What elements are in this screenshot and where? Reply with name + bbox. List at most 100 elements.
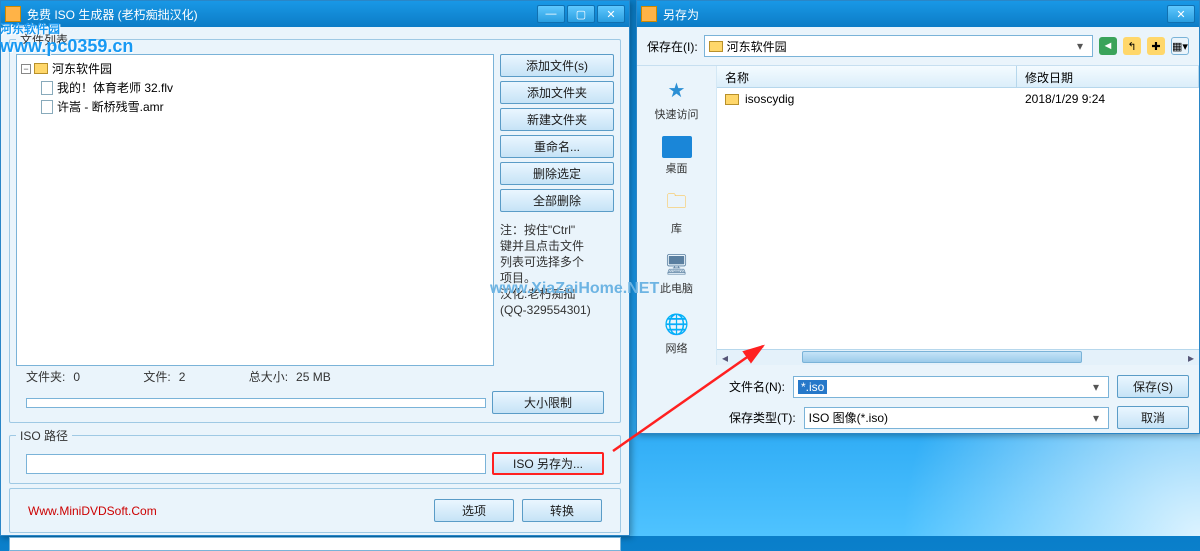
- new-folder-button[interactable]: 新建文件夹: [500, 108, 614, 131]
- network-icon: 🌐: [660, 310, 694, 338]
- close-button[interactable]: ✕: [597, 5, 625, 23]
- pc-icon: 🖥: [660, 250, 694, 278]
- place-library-label: 库: [671, 220, 682, 236]
- note-l5: 汉化:老朽痴拙: [500, 286, 614, 302]
- collapse-icon[interactable]: −: [21, 64, 31, 74]
- iso-title: 免费 ISO 生成器 (老朽痴拙汉化): [27, 6, 535, 23]
- tree-file-1[interactable]: 我的！体育老师 32.flv: [21, 78, 489, 97]
- library-icon: 🗀: [660, 190, 694, 218]
- row-name: isoscydig: [745, 92, 794, 106]
- filename-value: *.iso: [798, 380, 827, 394]
- size-limit-button[interactable]: 大小限制: [492, 391, 604, 414]
- save-in-value: 河东软件园: [727, 38, 787, 55]
- desktop-icon: [662, 136, 692, 158]
- save-titlebar[interactable]: 另存为 ✕: [637, 1, 1199, 27]
- app-icon: [5, 6, 21, 22]
- cancel-button[interactable]: 取消: [1117, 406, 1189, 429]
- note-l2: 键并且点击文件: [500, 238, 614, 254]
- place-network-label: 网络: [666, 340, 688, 356]
- col-name[interactable]: 名称: [717, 66, 1017, 87]
- tree-file-2[interactable]: 许嵩 - 断桥残雪.amr: [21, 97, 489, 116]
- note-l6: (QQ-329554301): [500, 302, 614, 318]
- delete-selected-button[interactable]: 删除选定: [500, 162, 614, 185]
- file-icon: [41, 100, 53, 114]
- size-label: 总大小:: [249, 370, 288, 384]
- size-value: 25 MB: [296, 370, 331, 384]
- save-in-combo[interactable]: 河东软件园 ▾: [704, 35, 1093, 57]
- options-button[interactable]: 选项: [434, 499, 514, 522]
- save-dialog-icon: [641, 6, 657, 22]
- scroll-left-icon[interactable]: ◂: [717, 351, 733, 365]
- up-folder-icon[interactable]: ↰: [1123, 37, 1141, 55]
- iso-save-as-button[interactable]: ISO 另存为...: [492, 452, 604, 475]
- scroll-right-icon[interactable]: ▸: [1183, 351, 1199, 365]
- iso-path-group: ISO 路径 ISO 另存为...: [9, 427, 621, 484]
- col-date[interactable]: 修改日期: [1017, 66, 1199, 87]
- places-bar: ★ 快速访问 桌面 🗀 库 🖥 此电脑 🌐 网络: [637, 66, 717, 365]
- save-button[interactable]: 保存(S): [1117, 375, 1189, 398]
- add-files-button[interactable]: 添加文件(s): [500, 54, 614, 77]
- place-thispc-label: 此电脑: [660, 280, 693, 296]
- scroll-thumb[interactable]: [802, 351, 1082, 363]
- place-quick-access[interactable]: ★ 快速访问: [642, 72, 712, 126]
- folder-icon: [725, 94, 739, 105]
- tree-root-label: 河东软件园: [52, 60, 112, 77]
- list-item[interactable]: isoscydig 2018/1/29 9:24: [717, 88, 1199, 110]
- iso-titlebar[interactable]: 免费 ISO 生成器 (老朽痴拙汉化) — ▢ ✕: [1, 1, 629, 27]
- file-tree[interactable]: − 河东软件园 我的！体育老师 32.flv 许嵩 - 断桥残雪.amr: [16, 54, 494, 366]
- note-l3: 列表可选择多个: [500, 254, 614, 270]
- back-icon[interactable]: ◄: [1099, 37, 1117, 55]
- tree-file-2-label: 许嵩 - 断桥残雪.amr: [57, 98, 164, 115]
- view-menu-icon[interactable]: ▦▾: [1171, 37, 1189, 55]
- tree-file-1-label: 我的！体育老师 32.flv: [57, 79, 173, 96]
- dropdown-icon[interactable]: ▾: [1088, 380, 1104, 394]
- place-quick-label: 快速访问: [655, 106, 699, 122]
- note-l4: 项目。: [500, 270, 614, 286]
- star-icon: ★: [660, 76, 694, 104]
- add-folder-button[interactable]: 添加文件夹: [500, 81, 614, 104]
- tree-root[interactable]: − 河东软件园: [21, 59, 489, 78]
- files-value: 2: [179, 370, 209, 384]
- iso-path-legend: ISO 路径: [16, 427, 72, 444]
- save-location-bar: 保存在(I): 河东软件园 ▾ ◄ ↰ ✚ ▦▾: [637, 27, 1199, 65]
- note-l1: 注：按住"Ctrl": [500, 222, 614, 238]
- place-thispc[interactable]: 🖥 此电脑: [642, 246, 712, 300]
- dropdown-icon[interactable]: ▾: [1072, 39, 1088, 53]
- place-network[interactable]: 🌐 网络: [642, 306, 712, 360]
- filetype-label: 保存类型(T):: [729, 409, 796, 426]
- rename-button[interactable]: 重命名...: [500, 135, 614, 158]
- place-desktop[interactable]: 桌面: [642, 132, 712, 180]
- maximize-button[interactable]: ▢: [567, 5, 595, 23]
- vendor-link[interactable]: Www.MiniDVDSoft.Com: [28, 504, 157, 518]
- place-library[interactable]: 🗀 库: [642, 186, 712, 240]
- iso-generator-window: 免费 ISO 生成器 (老朽痴拙汉化) — ▢ ✕ 文件列表 − 河东软件园 我…: [0, 0, 630, 536]
- file-list-rows[interactable]: isoscydig 2018/1/29 9:24: [717, 88, 1199, 349]
- minimize-button[interactable]: —: [537, 5, 565, 23]
- dropdown-icon[interactable]: ▾: [1088, 411, 1104, 425]
- delete-all-button[interactable]: 全部删除: [500, 189, 614, 212]
- file-icon: [41, 81, 53, 95]
- hint-note: 注：按住"Ctrl" 键并且点击文件 列表可选择多个 项目。 汉化:老朽痴拙 (…: [500, 222, 614, 318]
- filetype-value: ISO 图像(*.iso): [809, 409, 888, 426]
- actions-group: Www.MiniDVDSoft.Com 选项 转换: [9, 488, 621, 533]
- save-title: 另存为: [663, 6, 1165, 23]
- folder-tool-icons: ◄ ↰ ✚ ▦▾: [1099, 37, 1189, 55]
- save-bottom-form: 文件名(N): *.iso ▾ 保存(S) 保存类型(T): ISO 图像(*.…: [637, 365, 1199, 443]
- filetype-field[interactable]: ISO 图像(*.iso) ▾: [804, 407, 1109, 429]
- filename-field[interactable]: *.iso ▾: [793, 376, 1109, 398]
- file-list-view: 名称 修改日期 isoscydig 2018/1/29 9:24 ◂ ▸: [717, 66, 1199, 365]
- filename-label: 文件名(N):: [729, 378, 785, 395]
- progress-bar: [26, 398, 486, 408]
- file-buttons-column: 添加文件(s) 添加文件夹 新建文件夹 重命名... 删除选定 全部删除 注：按…: [500, 54, 614, 366]
- convert-button[interactable]: 转换: [522, 499, 602, 522]
- new-folder-icon[interactable]: ✚: [1147, 37, 1165, 55]
- horizontal-scrollbar[interactable]: ◂ ▸: [717, 349, 1199, 365]
- folder-icon: [709, 41, 723, 52]
- files-label: 文件:: [143, 370, 170, 384]
- save-in-label: 保存在(I):: [647, 38, 698, 55]
- status-bar: [9, 537, 621, 551]
- iso-path-input[interactable]: [26, 454, 486, 474]
- place-desktop-label: 桌面: [666, 160, 688, 176]
- save-close-button[interactable]: ✕: [1167, 5, 1195, 23]
- stats-row: 文件夹:0 文件:2 总大小:25 MB: [16, 366, 614, 387]
